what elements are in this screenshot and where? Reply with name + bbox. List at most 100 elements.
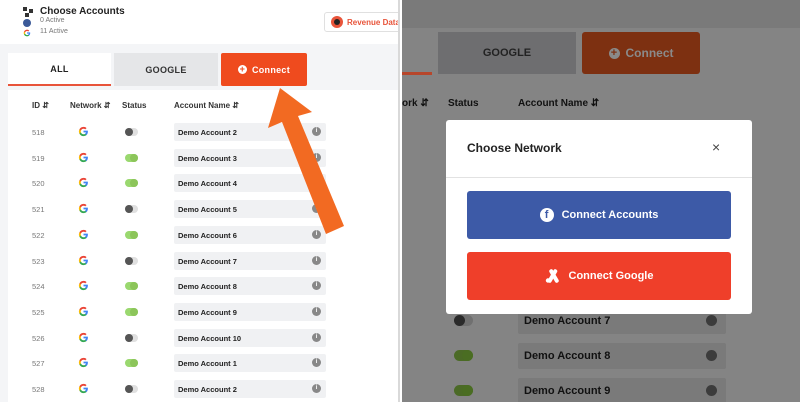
account-name: Demo Account 9 [174, 302, 326, 321]
account-id: 521 [32, 205, 45, 215]
account-id: 524 [32, 282, 45, 292]
info-icon [706, 385, 717, 396]
account-id: 528 [32, 385, 45, 394]
table-row: 519 Demo Account 3i [8, 146, 398, 172]
info-icon[interactable]: i [312, 306, 321, 316]
network-tabs: ALL GOOGLE + Connect [8, 53, 398, 86]
status-toggle[interactable] [125, 385, 138, 393]
google-icon [78, 203, 88, 214]
account-id: 525 [32, 307, 45, 317]
connect-modal-view: GOOGLE + Connect ork ⇵ Status Account Na… [402, 0, 800, 402]
header-account-name[interactable]: Account Name ⇵ [174, 101, 239, 110]
account-name: Demo Account 8 [174, 277, 326, 296]
google-icon [78, 152, 88, 162]
accounts-panel: Choose Accounts 0 Active 11 Active Reven… [0, 0, 400, 402]
facebook-icon [23, 19, 31, 27]
account-id: 527 [32, 359, 45, 369]
header-id[interactable]: ID ⇵ [32, 101, 49, 110]
facebook-icon: f [539, 208, 554, 222]
connect-label: Connect [625, 46, 674, 60]
status-toggle[interactable] [125, 307, 138, 316]
connect-button-dimmed: + Connect [582, 32, 700, 74]
modal-divider [446, 177, 752, 178]
account-name: Demo Account 9 [518, 378, 726, 402]
status-toggle[interactable] [125, 128, 138, 136]
choose-network-modal: Choose Network × f Connect Accounts Conn… [446, 120, 752, 314]
account-id: 526 [32, 333, 45, 343]
account-name: Demo Account 1 [174, 354, 326, 373]
info-icon[interactable]: i [312, 127, 321, 136]
facebook-active-count: 0 Active [40, 17, 65, 24]
status-toggle[interactable] [125, 282, 138, 291]
plus-icon: + [237, 64, 247, 74]
google-icon [23, 29, 31, 37]
account-name: Demo Account 7 [174, 251, 326, 270]
connect-facebook-button[interactable]: f Connect Accounts [467, 191, 731, 239]
header-network[interactable]: Network ⇵ [70, 101, 111, 110]
close-icon[interactable]: × [712, 140, 720, 154]
account-id: 518 [32, 128, 45, 137]
google-icon [78, 126, 88, 137]
connect-button[interactable]: + Connect [221, 53, 307, 86]
tab-google-dimmed: GOOGLE [438, 32, 576, 74]
status-toggle[interactable] [125, 179, 138, 188]
connect-google-button[interactable]: Connect Google [467, 252, 731, 300]
table-row: 518 Demo Account 2i [8, 120, 398, 146]
table-header: ID ⇵ Network ⇵ Status Account Name ⇵ [8, 90, 398, 120]
info-icon[interactable]: i [312, 384, 321, 393]
account-name: Demo Account 2 [174, 380, 326, 398]
account-id: 522 [32, 230, 45, 240]
page-title: Choose Accounts [40, 6, 125, 17]
account-name: Demo Account 8 [518, 343, 726, 369]
table-row: 523 Demo Account 7i [8, 249, 398, 275]
status-toggle[interactable] [125, 359, 138, 368]
dimmed-header [402, 0, 800, 28]
google-icon [78, 332, 88, 342]
accounts-header: Choose Accounts 0 Active 11 Active Reven… [0, 0, 398, 44]
tab-all[interactable]: ALL [8, 53, 111, 86]
connect-google-label: Connect Google [568, 270, 654, 282]
info-icon[interactable]: i [312, 332, 321, 342]
dimmed-tab-underline [402, 72, 432, 75]
status-toggle[interactable] [125, 230, 138, 239]
google-icon [78, 358, 88, 368]
header-network-partial: ork ⇵ [402, 98, 429, 109]
account-name: Demo Account 5 [174, 200, 326, 219]
google-icon [78, 281, 88, 291]
table-row: 527 Demo Account 1i [8, 351, 398, 377]
info-icon[interactable]: i [312, 229, 321, 239]
revenue-data-button[interactable]: Revenue Data [324, 12, 398, 32]
status-toggle[interactable] [125, 153, 138, 162]
status-toggle[interactable] [125, 333, 138, 342]
connect-facebook-label: Connect Accounts [561, 209, 659, 221]
google-active-count: 11 Active [40, 28, 68, 35]
info-icon [706, 350, 717, 361]
account-id: 523 [32, 256, 45, 266]
table-row: 520 Demo Account 4i [8, 171, 398, 197]
table-row: 521 Demo Account 5i [8, 197, 398, 223]
status-toggle[interactable] [125, 256, 138, 265]
account-id: 520 [32, 179, 45, 189]
info-icon[interactable]: i [312, 152, 321, 162]
status-toggle[interactable] [125, 205, 138, 214]
network-group-icon [23, 7, 33, 17]
table-row: 526 Demo Account 10 i [8, 326, 398, 352]
connect-label: Connect [251, 64, 291, 75]
account-name: Demo Account 2 [174, 123, 326, 141]
modal-title: Choose Network [467, 141, 562, 155]
google-ads-icon [545, 269, 559, 283]
account-id: 519 [32, 153, 45, 163]
accounts-table: ID ⇵ Network ⇵ Status Account Name ⇵ 518… [8, 90, 398, 402]
status-toggle [454, 350, 473, 361]
info-icon[interactable]: i [312, 255, 321, 265]
google-icon [78, 255, 88, 265]
header-status: Status [122, 101, 147, 110]
google-icon [78, 306, 88, 316]
google-icon [78, 383, 88, 394]
account-name: Demo Account 6 [174, 225, 326, 244]
info-icon [706, 315, 717, 326]
account-name: Demo Account 4 [174, 174, 326, 193]
table-row: 524 Demo Account 8i [8, 274, 398, 300]
account-name: Demo Account 10 [174, 328, 326, 347]
tab-google[interactable]: GOOGLE [114, 53, 218, 86]
